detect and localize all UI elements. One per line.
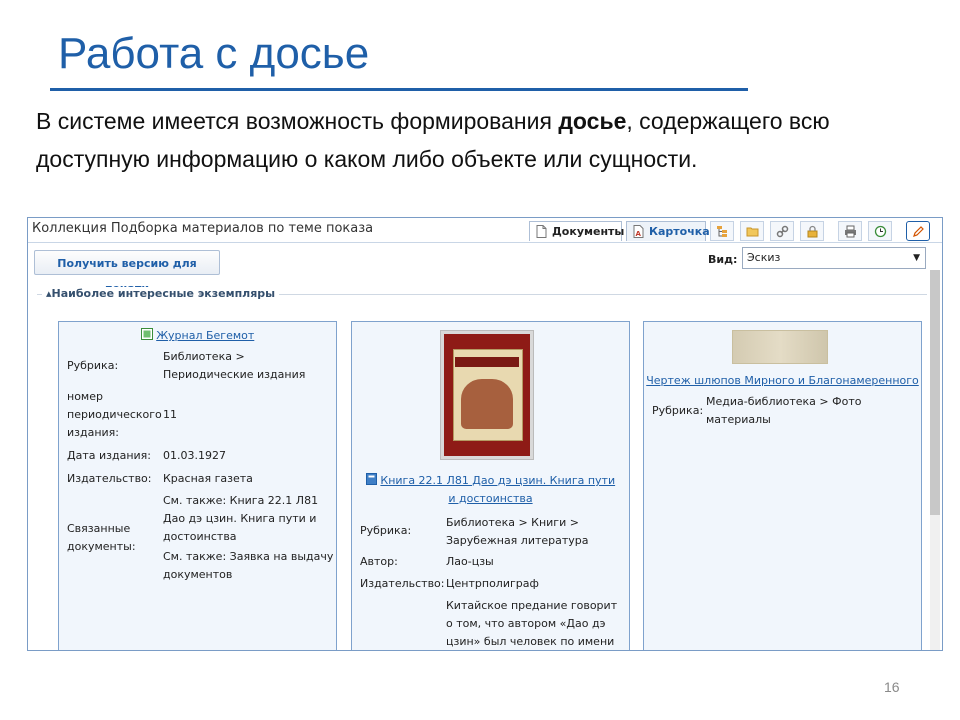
history-icon [874, 225, 887, 238]
field-value: См. также: Книга 22.1 Л81 Дао дэ цзин. К… [163, 494, 319, 543]
dossier-card: Журнал Бегемот Рубрика: Библиотека > Пер… [58, 321, 337, 650]
scrollbar-thumb[interactable] [930, 270, 940, 515]
field-value: Красная газета [163, 472, 253, 485]
field-value: См. также: Заявка на выдачу документов [163, 550, 334, 581]
card-title-link[interactable]: Журнал Бегемот [156, 329, 254, 342]
field-label: Издательство: [360, 577, 445, 590]
history-button[interactable] [868, 221, 892, 241]
field-value: Библиотека > Книги > Зарубежная литерату… [446, 516, 589, 547]
folder-icon [746, 227, 759, 237]
view-select-value: Эскиз [747, 251, 781, 264]
tab-card-label: Карточка [649, 225, 710, 238]
card-icon: A [633, 225, 644, 238]
link-button[interactable] [770, 221, 794, 241]
field-value: Библиотека > Периодические издания [163, 350, 306, 381]
field-label: Рубрика: [652, 404, 704, 417]
edit-button[interactable] [906, 221, 930, 241]
folder-button[interactable] [740, 221, 764, 241]
print-icon [845, 225, 856, 238]
card-title-link[interactable]: Книга 22.1 Л81 Дао дэ цзин. Книга пути и… [380, 474, 615, 505]
cover-figure [461, 379, 513, 429]
card-title-row: Книга 22.1 Л81 Дао дэ цзин. Книга пути и… [352, 472, 629, 508]
dossier-card: Книга 22.1 Л81 Дао дэ цзин. Книга пути и… [351, 321, 630, 650]
tab-card[interactable]: A Карточка [626, 221, 710, 241]
book-cover-image[interactable] [440, 330, 534, 460]
field-value: 01.03.1927 [163, 449, 226, 462]
document-icon [536, 225, 547, 238]
lock-icon [807, 225, 818, 238]
print-version-button[interactable]: Получить версию для печати [34, 250, 220, 295]
slide-title: Работа с досье [58, 29, 370, 78]
field-label: Автор: [360, 555, 398, 568]
group-title-label: Наиболее интересные экземпляры [51, 287, 276, 300]
edit-icon [913, 226, 924, 237]
intro-text-bold: досье [558, 108, 627, 134]
field-label: Связанные документы: [67, 522, 136, 553]
tree-button[interactable] [710, 221, 734, 241]
card-title-link[interactable]: Чертеж шлюпов Мирного и Благонамеренного [646, 374, 919, 387]
tree-icon [717, 226, 727, 237]
print-button[interactable] [838, 221, 862, 241]
view-label: Вид: [708, 253, 738, 266]
cover-title-band [455, 357, 519, 367]
field-value: Медиа-библиотека > Фото материалы [706, 395, 862, 426]
tab-documents[interactable]: Документы [529, 221, 625, 241]
group-title[interactable]: ▴Наиболее интересные экземпляры [42, 287, 280, 300]
lock-button[interactable] [800, 221, 824, 241]
card-title-row: Чертеж шлюпов Мирного и Благонамеренного [644, 372, 921, 390]
link-icon [776, 225, 789, 238]
collection-title: Коллекция Подборка материалов по теме по… [32, 221, 374, 236]
app-screenshot: Коллекция Подборка материалов по теме по… [27, 217, 943, 651]
intro-text-start: В системе имеется возможность формирован… [36, 108, 559, 134]
field-value: Китайское предание говорит о том, что ав… [446, 599, 618, 648]
field-label: Рубрика: [360, 524, 412, 537]
svg-text:A: A [636, 230, 642, 238]
slide-number: 16 [884, 679, 900, 695]
chevron-down-icon: ▼ [913, 253, 920, 263]
field-value: Центрполиграф [446, 577, 539, 590]
card-title-row: Журнал Бегемот [59, 327, 336, 345]
tab-documents-label: Документы [552, 225, 625, 238]
book-icon [365, 473, 377, 485]
journal-icon [140, 328, 153, 340]
intro-text: В системе имеется возможность формирован… [36, 102, 936, 178]
dossier-card: Чертеж шлюпов Мирного и Благонамеренного… [643, 321, 922, 650]
app-topbar: Коллекция Подборка материалов по теме по… [28, 218, 942, 243]
field-label: Рубрика: [67, 359, 119, 372]
field-value: 11 [163, 408, 177, 421]
field-value: Лао-цзы [446, 555, 494, 568]
title-underline [50, 88, 748, 91]
scrollbar-track[interactable] [930, 515, 940, 650]
view-select[interactable]: Эскиз ▼ [742, 247, 926, 269]
field-label: Издательство: [67, 472, 152, 485]
photo-thumbnail[interactable] [732, 330, 828, 364]
field-label: номер периодического издания: [67, 390, 162, 439]
field-label: Дата издания: [67, 449, 151, 462]
